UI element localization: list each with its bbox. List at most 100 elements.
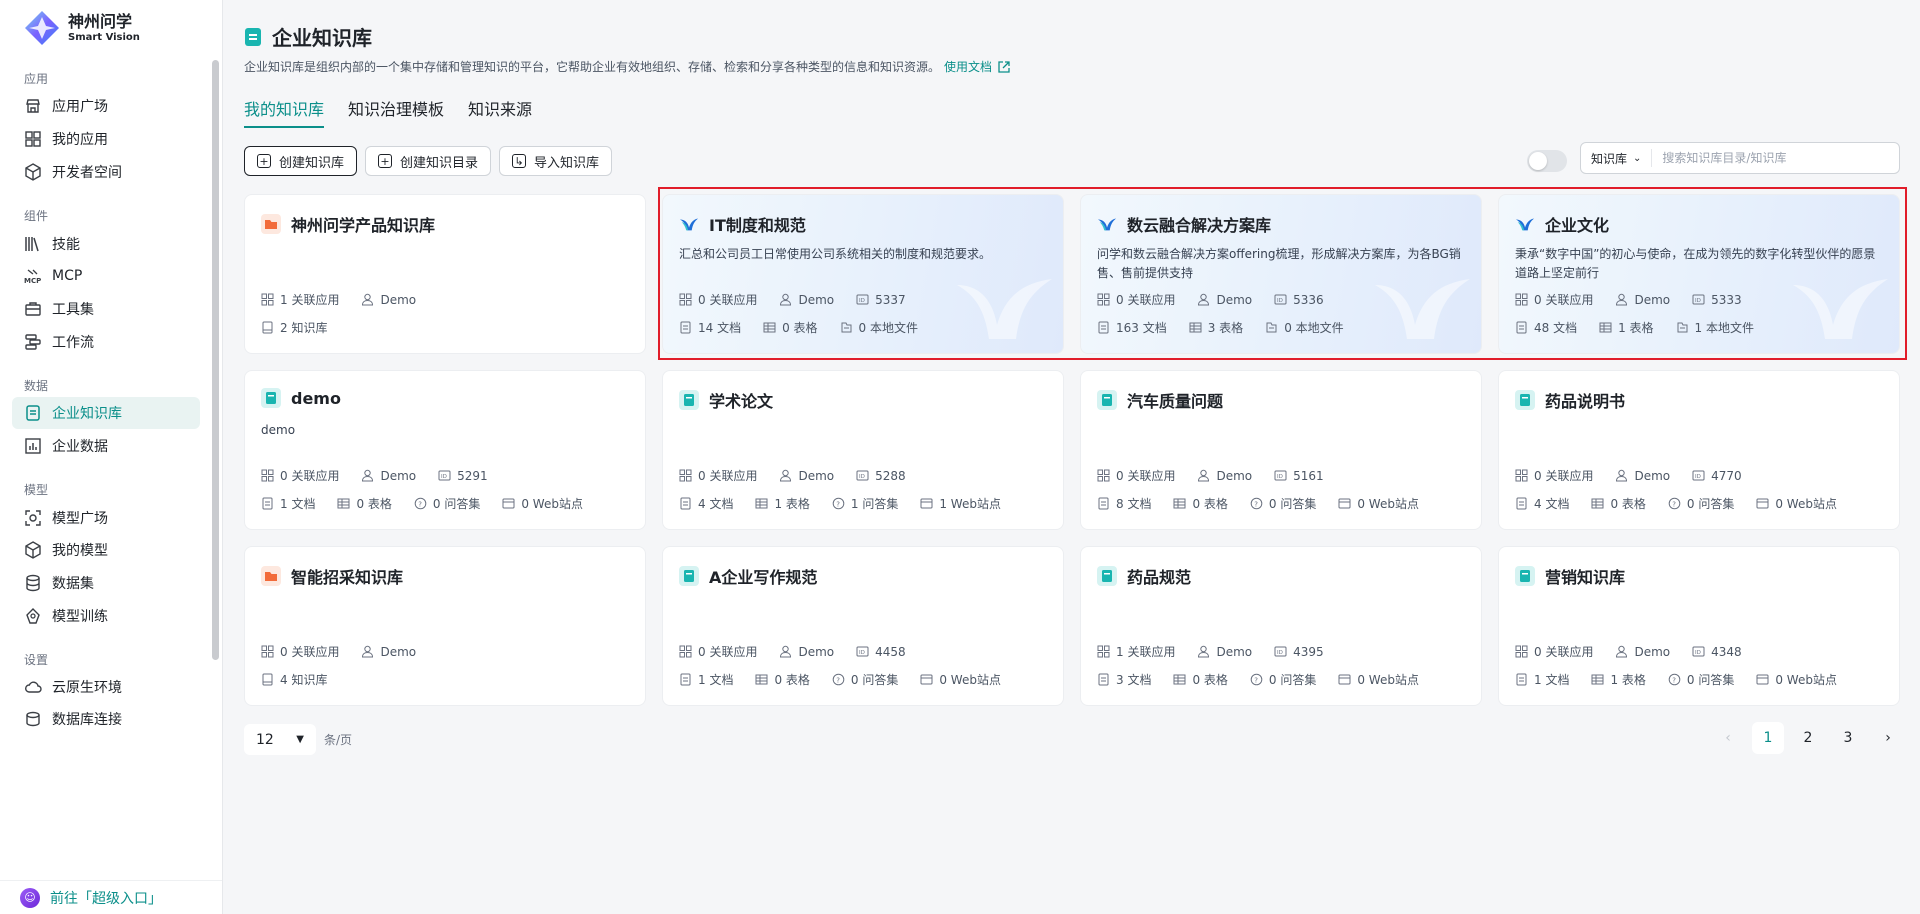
card-title: 药品规范 xyxy=(1097,564,1191,588)
sidebar-item-grid[interactable]: 我的应用 xyxy=(12,123,200,155)
sidebar-item-cloud[interactable]: 云原生环境 xyxy=(12,671,200,703)
card-meta-text: 1 问答集 xyxy=(850,497,899,511)
meta-icon xyxy=(1097,673,1110,686)
create-knowledge-base-button[interactable]: + 创建知识库 xyxy=(244,146,358,176)
tab-knowledge-source[interactable]: 知识来源 xyxy=(468,96,532,128)
knowledge-base-card[interactable]: 药品规范 1 关联应用 Demo ID 4395 3 文档 0 表格? 0 问答集 0 Web站… xyxy=(1080,546,1482,706)
card-title: A企业写作规范 xyxy=(679,564,817,588)
meta-icon xyxy=(1338,673,1351,686)
tab-governance-template[interactable]: 知识治理模板 xyxy=(348,96,444,128)
knowledge-base-card[interactable]: 营销知识库 0 关联应用 Demo ID 4348 1 文档 1 表格? 0 问答集 0 Web… xyxy=(1498,546,1900,706)
card-meta-item: 0 Web站点 xyxy=(1338,671,1419,688)
knowledge-base-card[interactable]: demo demo 0 关联应用 Demo ID 5291 1 文档 0 表格? 0 问答集 0 … xyxy=(244,370,646,530)
card-meta-text: 0 关联应用 xyxy=(1534,645,1594,659)
sidebar-scrollbar[interactable] xyxy=(212,60,219,660)
knowledge-base-card[interactable]: 神州问学产品知识库 1 关联应用 Demo 2 知识库 xyxy=(244,194,646,354)
search-scope-select[interactable]: 知识库 ⌄ xyxy=(1581,149,1653,167)
meta-icon xyxy=(679,497,692,510)
super-entry-link[interactable]: ☺ 前往「超级入口」 xyxy=(0,880,222,914)
page-2-button[interactable]: 2 xyxy=(1792,722,1824,754)
brand-logo-icon xyxy=(25,11,59,45)
import-kb-label: 导入知识库 xyxy=(534,155,600,171)
card-meta-item: ID 5337 xyxy=(856,291,906,308)
sidebar-item-chart[interactable]: 企业数据 xyxy=(12,430,200,462)
card-meta-text: 48 文档 xyxy=(1534,321,1578,335)
card-description: 汇总和公司员工日常使用公司系统相关的制度和规范要求。 xyxy=(679,247,992,261)
card-meta-item: 4 知识库 xyxy=(261,671,327,688)
meta-icon xyxy=(1265,321,1278,334)
knowledge-base-card[interactable]: IT制度和规范 汇总和公司员工日常使用公司系统相关的制度和规范要求。 0 关联应用 D… xyxy=(662,194,1064,354)
sidebar-item-scan[interactable]: 模型广场 xyxy=(12,502,200,534)
card-meta-text: Demo xyxy=(798,292,835,307)
sidebar-item-toolbox[interactable]: 工具集 xyxy=(12,293,200,325)
sidebar-item-train[interactable]: 模型训练 xyxy=(12,600,200,632)
meta-icon xyxy=(920,673,933,686)
meta-icon xyxy=(1097,645,1110,658)
knowledge-base-card[interactable]: 智能招采知识库 0 关联应用 Demo 4 知识库 xyxy=(244,546,646,706)
page-3-button[interactable]: 3 xyxy=(1832,722,1864,754)
prev-page-button[interactable]: ‹ xyxy=(1712,722,1744,754)
meta-icon xyxy=(1591,673,1604,686)
card-title-text: 药品规范 xyxy=(1127,568,1192,587)
card-meta-item: 0 关联应用 xyxy=(679,291,757,308)
card-meta-item: 1 关联应用 xyxy=(261,291,339,308)
card-meta-item: 1 表格 xyxy=(1591,671,1646,688)
svg-text:ID: ID xyxy=(1695,650,1701,656)
book-icon xyxy=(261,388,281,408)
card-meta-item: ? 0 问答集 xyxy=(1668,495,1734,512)
card-meta-text: 1 本地文件 xyxy=(1694,321,1754,335)
sidebar-item-database[interactable]: 数据集 xyxy=(12,567,200,599)
doc-link-label: 使用文档 xyxy=(944,60,993,74)
sidebar-item-db-link[interactable]: 数据库连接 xyxy=(12,703,200,735)
caret-down-icon: ▼ xyxy=(296,734,304,745)
create-directory-button[interactable]: + 创建知识目录 xyxy=(365,146,492,176)
import-knowledge-base-button[interactable]: ↳ 导入知识库 xyxy=(499,146,613,176)
svg-text:?: ? xyxy=(1672,676,1676,684)
sidebar-item-label: 云原生环境 xyxy=(52,680,122,696)
card-meta-text: 0 本地文件 xyxy=(1284,321,1344,335)
card-meta-text: 5288 xyxy=(875,468,906,483)
brand-icon xyxy=(1097,214,1117,234)
card-title: 神州问学产品知识库 xyxy=(261,212,435,236)
card-meta-row: 0 关联应用 Demo ID 5337 xyxy=(679,291,928,308)
knowledge-base-card[interactable]: 数云融合解决方案库 问学和数云融合解决方案offering梳理，形成解决方案库，为… xyxy=(1080,194,1482,354)
sidebar: 神州问学 Smart Vision 应用 应用广场 我的应用 开发者空间 组件 技能 MCP… xyxy=(0,0,223,914)
sidebar-item-box[interactable]: 我的模型 xyxy=(12,534,200,566)
card-meta-text: 2 知识库 xyxy=(280,321,328,335)
knowledge-base-card[interactable]: 学术论文 0 关联应用 Demo ID 5288 4 文档 1 表格? 1 问答集 1 Web站… xyxy=(662,370,1064,530)
page-1-button[interactable]: 1 xyxy=(1752,722,1784,754)
card-meta-text: Demo xyxy=(1216,292,1253,307)
next-page-button[interactable]: › xyxy=(1872,722,1904,754)
view-toggle[interactable] xyxy=(1527,150,1567,172)
doc-link[interactable]: 使用文档 xyxy=(944,58,1011,75)
tab-my-knowledge-base[interactable]: 我的知识库 xyxy=(244,96,325,128)
meta-icon xyxy=(261,645,274,658)
card-meta-row: 48 文档 1 表格 1 本地文件 xyxy=(1515,319,1776,336)
sidebar-item-store[interactable]: 应用广场 xyxy=(12,90,200,122)
sidebar-item-cube[interactable]: 开发者空间 xyxy=(12,156,200,188)
logo[interactable]: 神州问学 Smart Vision xyxy=(22,9,140,47)
search-box: 知识库 ⌄ xyxy=(1580,142,1900,174)
sidebar-item-books[interactable]: 技能 xyxy=(12,228,200,260)
workflow-icon xyxy=(24,333,42,351)
card-meta-item: 3 表格 xyxy=(1189,319,1243,336)
card-meta-item: ID 4770 xyxy=(1692,467,1742,484)
scan-icon xyxy=(24,509,42,527)
svg-text:ID: ID xyxy=(1277,298,1283,304)
sidebar-item-doc[interactable]: 企业知识库 xyxy=(12,397,200,429)
page-size-select[interactable]: 12 ▼ xyxy=(244,724,316,755)
card-meta-item: 0 关联应用 xyxy=(1515,291,1593,308)
card-meta-item: 0 关联应用 xyxy=(679,467,757,484)
card-meta-text: 4 知识库 xyxy=(280,673,328,687)
card-meta-text: 5333 xyxy=(1711,292,1742,307)
knowledge-base-card[interactable]: 汽车质量问题 0 关联应用 Demo ID 5161 8 文档 0 表格? 0 问答集 0 We… xyxy=(1080,370,1482,530)
sidebar-item-mcp[interactable]: MCP MCP xyxy=(12,260,200,292)
search-input[interactable] xyxy=(1662,151,1863,165)
card-meta-item: 1 文档 xyxy=(261,495,315,512)
card-meta-item: ID 5291 xyxy=(438,467,488,484)
sidebar-item-workflow[interactable]: 工作流 xyxy=(12,326,200,358)
sidebar-item-label: 我的应用 xyxy=(52,132,108,148)
knowledge-base-card[interactable]: 药品说明书 0 关联应用 Demo ID 4770 4 文档 0 表格? 0 问答集 0 Web… xyxy=(1498,370,1900,530)
knowledge-base-card[interactable]: A企业写作规范 0 关联应用 Demo ID 4458 1 文档 0 表格? 0 问答集 0 W… xyxy=(662,546,1064,706)
knowledge-base-card[interactable]: 企业文化 秉承“数字中国”的初心与使命，在成为领先的数字化转型伙伴的愿景道路上坚定… xyxy=(1498,194,1900,354)
